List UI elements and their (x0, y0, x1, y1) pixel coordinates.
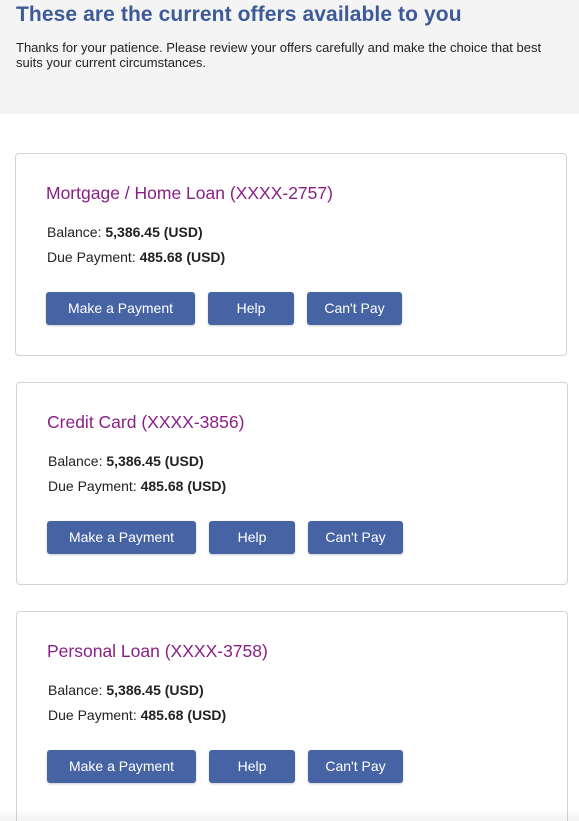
balance-row: Balance: 5,386.45 (USD) (48, 453, 204, 469)
page-title: These are the current offers available t… (16, 3, 462, 26)
balance-value: 5,386.45 (USD) (106, 453, 204, 469)
account-card-personal-loan: Personal Loan (XXXX-3758) Balance: 5,386… (16, 611, 568, 821)
make-payment-button[interactable]: Make a Payment (46, 292, 195, 325)
help-button[interactable]: Help (209, 750, 295, 783)
offers-header: These are the current offers available t… (0, 0, 579, 114)
balance-label: Balance: (47, 224, 102, 240)
balance-row: Balance: 5,386.45 (USD) (47, 224, 203, 240)
balance-value: 5,386.45 (USD) (105, 224, 203, 240)
due-payment-label: Due Payment: (48, 707, 137, 723)
make-payment-button[interactable]: Make a Payment (47, 750, 196, 783)
account-title: Credit Card (XXXX-3856) (47, 412, 245, 432)
balance-row: Balance: 5,386.45 (USD) (48, 682, 204, 698)
balance-label: Balance: (48, 453, 103, 469)
balance-value: 5,386.45 (USD) (106, 682, 204, 698)
help-button[interactable]: Help (209, 521, 295, 554)
due-payment-label: Due Payment: (47, 249, 136, 265)
page-intro-text: Thanks for your patience. Please review … (16, 40, 542, 70)
account-card-mortgage: Mortgage / Home Loan (XXXX-2757) Balance… (15, 153, 567, 356)
account-title: Mortgage / Home Loan (XXXX-2757) (46, 183, 333, 203)
due-payment-value: 485.68 (USD) (140, 707, 227, 723)
make-payment-button[interactable]: Make a Payment (47, 521, 196, 554)
balance-label: Balance: (48, 682, 103, 698)
cant-pay-button[interactable]: Can't Pay (308, 521, 403, 554)
account-card-credit-card: Credit Card (XXXX-3856) Balance: 5,386.4… (16, 382, 568, 585)
due-payment-row: Due Payment: 485.68 (USD) (47, 249, 225, 265)
due-payment-row: Due Payment: 485.68 (USD) (48, 707, 226, 723)
cant-pay-button[interactable]: Can't Pay (307, 292, 402, 325)
cant-pay-button[interactable]: Can't Pay (308, 750, 403, 783)
bottom-scroll-shadow (0, 809, 579, 821)
account-title: Personal Loan (XXXX-3758) (47, 641, 268, 661)
due-payment-label: Due Payment: (48, 478, 137, 494)
help-button[interactable]: Help (208, 292, 294, 325)
due-payment-value: 485.68 (USD) (139, 249, 226, 265)
due-payment-value: 485.68 (USD) (140, 478, 227, 494)
due-payment-row: Due Payment: 485.68 (USD) (48, 478, 226, 494)
